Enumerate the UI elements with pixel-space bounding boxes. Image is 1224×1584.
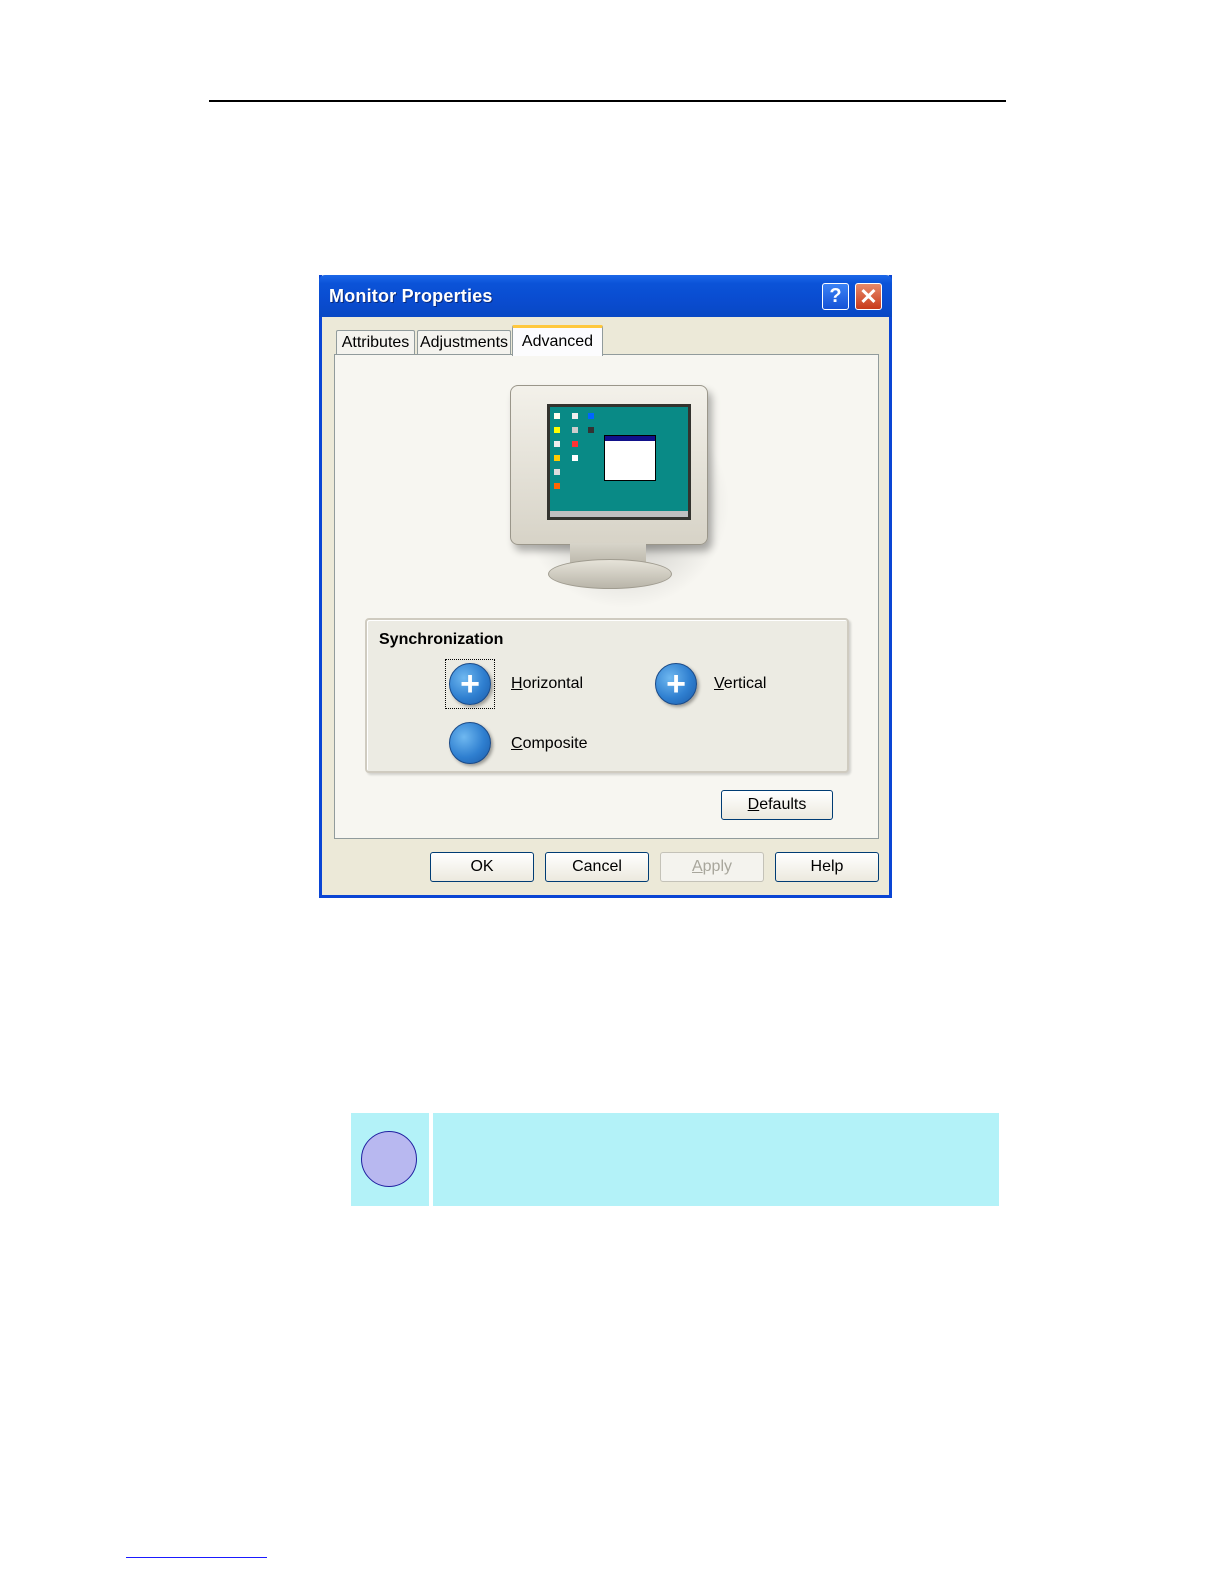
ok-button[interactable]: OK <box>430 852 534 882</box>
apply-mnemonic: A <box>691 858 703 875</box>
apply-button[interactable]: Apply <box>660 852 764 882</box>
screen-app-window <box>604 435 656 481</box>
desktop-icon <box>554 469 560 475</box>
desktop-icon <box>554 455 560 461</box>
top-rule <box>209 100 1006 102</box>
desktop-icon <box>588 413 594 419</box>
monitor-illustration <box>510 379 730 609</box>
tab-adjustments[interactable]: Adjustments <box>417 330 511 355</box>
help-button[interactable]: Help <box>775 852 879 882</box>
vertical-label[interactable]: Vertical <box>714 675 766 693</box>
composite-sync-button[interactable] <box>449 722 491 764</box>
horizontal-label[interactable]: Horizontal <box>511 675 583 693</box>
vertical-sync-button[interactable]: + <box>655 663 697 705</box>
help-icon[interactable]: ? <box>822 283 849 310</box>
composite-mnemonic: C <box>511 735 523 752</box>
defaults-mnemonic: D <box>747 796 760 813</box>
desktop-icon <box>554 413 560 419</box>
defaults-label-rest: efaults <box>759 796 807 813</box>
monitor-screen <box>547 404 691 520</box>
window-title: Monitor Properties <box>329 286 493 306</box>
tab-attributes[interactable]: Attributes <box>336 330 415 355</box>
horizontal-label-rest: orizontal <box>522 675 584 692</box>
note-icon <box>361 1131 417 1187</box>
horizontal-sync-button[interactable]: + <box>449 663 491 705</box>
synchronization-group: Synchronization + Horizontal + Vertical … <box>365 618 849 773</box>
note-icon-cell <box>351 1113 429 1206</box>
titlebar[interactable]: Monitor Properties ? ✕ <box>319 275 892 317</box>
desktop-icon <box>572 441 578 447</box>
composite-label[interactable]: Composite <box>511 735 587 753</box>
composite-label-rest: omposite <box>522 735 588 752</box>
tab-advanced[interactable]: Advanced <box>512 325 603 356</box>
desktop-icon <box>554 427 560 433</box>
synchronization-title: Synchronization <box>379 631 504 648</box>
apply-label-rest: pply <box>702 858 733 875</box>
screen-taskbar <box>550 511 688 517</box>
vertical-label-rest: ertical <box>723 675 767 692</box>
footnote-rule <box>126 1557 267 1558</box>
vertical-mnemonic: V <box>714 675 724 692</box>
desktop-icon <box>572 427 578 433</box>
close-icon[interactable]: ✕ <box>855 283 882 310</box>
screen-app-titlebar <box>605 436 655 441</box>
desktop-icon <box>554 483 560 489</box>
desktop-icon <box>572 455 578 461</box>
monitor-properties-dialog: Monitor Properties ? ✕ Attributes Adjust… <box>319 275 892 898</box>
desktop-icon <box>572 413 578 419</box>
horizontal-mnemonic: H <box>511 675 523 692</box>
desktop-icon <box>588 427 594 433</box>
advanced-tab-panel: Synchronization + Horizontal + Vertical … <box>334 354 879 839</box>
note-body <box>433 1113 999 1206</box>
desktop-icon <box>554 441 560 447</box>
monitor-stand-base <box>548 559 672 589</box>
defaults-button[interactable]: Defaults <box>721 790 833 820</box>
cancel-button[interactable]: Cancel <box>545 852 649 882</box>
monitor-bezel <box>510 385 708 545</box>
